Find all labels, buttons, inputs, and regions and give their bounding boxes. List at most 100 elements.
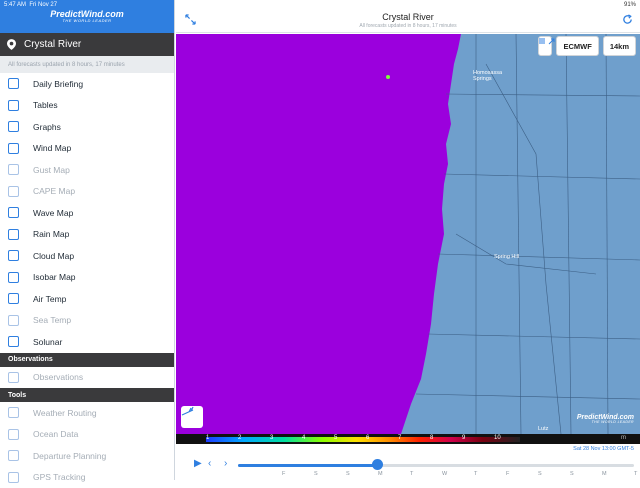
sidebar-item-observations[interactable]: Observations: [0, 367, 174, 389]
timeline: Sat 28 Nov 13:00 GMT-5 ▶ ‹ › FSSMTWTFSSM…: [176, 444, 640, 480]
timeline-slider[interactable]: [238, 464, 634, 467]
legend-label: 8: [430, 435, 433, 441]
legend-label: 3: [270, 435, 273, 441]
menu-item-label: Ocean Data: [33, 429, 78, 439]
location-selector[interactable]: Crystal River: [0, 33, 174, 56]
model-selector[interactable]: ECMWF: [556, 36, 598, 56]
resolution-selector[interactable]: 14km: [603, 36, 636, 56]
sidebar-item-weather-routing[interactable]: Weather Routing: [0, 402, 174, 424]
timeline-day-label: M: [602, 471, 607, 477]
location-name: Crystal River: [24, 39, 81, 50]
sidebar-item-cloud-map[interactable]: Cloud Map: [0, 245, 174, 267]
cloud-icon: [8, 250, 19, 261]
timeline-day-label: M: [378, 471, 383, 477]
timeline-day-label: W: [442, 471, 447, 477]
forecast-map[interactable]: ECMWF 14km Homosassa Springs Spring Hill…: [176, 34, 640, 434]
legend-label: 10: [494, 435, 501, 441]
departure-icon: [8, 450, 19, 461]
sidebar: PredictWind.comTHE WORLD LEADER Crystal …: [0, 0, 175, 480]
menu-item-label: CAPE Map: [33, 186, 75, 196]
play-icon[interactable]: ▶: [194, 458, 202, 469]
section-observations: Observations: [0, 353, 174, 367]
predictwind-logo: PredictWind.comTHE WORLD LEADER: [50, 10, 123, 23]
menu-item-label: Sea Temp: [33, 315, 71, 325]
flag-icon: [8, 372, 19, 383]
status-date: Fri Nov 27: [29, 2, 57, 8]
menu-item-label: Daily Briefing: [33, 79, 83, 89]
sidebar-item-daily-briefing[interactable]: Daily Briefing: [0, 73, 174, 95]
ocean-icon: [8, 429, 19, 440]
battery-level: 91%: [624, 2, 636, 8]
menu-item-label: Solunar: [33, 337, 62, 347]
menu-item-label: Air Temp: [33, 294, 66, 304]
sidebar-item-rain-map[interactable]: Rain Map: [0, 224, 174, 246]
legend-label: 2: [238, 435, 241, 441]
timeline-handle[interactable]: [372, 459, 383, 470]
cape-icon: [8, 186, 19, 197]
menu-item-label: Cloud Map: [33, 251, 74, 261]
map-controls: ECMWF 14km: [538, 36, 636, 56]
timeline-day-label: F: [282, 471, 285, 477]
gust-icon: [8, 164, 19, 175]
timeline-day-label: S: [570, 471, 574, 477]
sidebar-item-cape-map[interactable]: CAPE Map: [0, 181, 174, 203]
legend-color-scale: [206, 437, 520, 442]
menu-item-label: Graphs: [33, 122, 61, 132]
map-canvas: [176, 34, 640, 434]
status-time: 5:47 AM: [4, 2, 26, 8]
sidebar-item-air-temp[interactable]: Air Temp: [0, 288, 174, 310]
sidebar-item-isobar-map[interactable]: Isobar Map: [0, 267, 174, 289]
sidebar-item-sea-temp[interactable]: Sea Temp: [0, 310, 174, 332]
legend-label: 9: [462, 435, 465, 441]
menu-item-label: Weather Routing: [33, 408, 97, 418]
timeline-day-label: T: [410, 471, 413, 477]
menu-item-label: Wave Map: [33, 208, 73, 218]
menu-item-label: Isobar Map: [33, 272, 76, 282]
rain-icon: [8, 229, 19, 240]
sidebar-item-gust-map[interactable]: Gust Map: [0, 159, 174, 181]
section-tools: Tools: [0, 388, 174, 402]
step-forward-icon[interactable]: ›: [224, 458, 227, 469]
layers-arrow-icon: [538, 36, 556, 46]
place-label: Lutz: [538, 426, 548, 432]
step-back-icon[interactable]: ‹: [208, 458, 211, 469]
sidebar-item-solunar[interactable]: Solunar: [0, 331, 174, 353]
moon-icon: [8, 336, 19, 347]
wind-icon: [8, 143, 19, 154]
location-pin-icon: [7, 39, 16, 50]
timeline-day-label: T: [474, 471, 477, 477]
legend-label: 4: [302, 435, 305, 441]
sidebar-item-ocean-data[interactable]: Ocean Data: [0, 424, 174, 446]
wave-icon: [8, 207, 19, 218]
timeline-day-label: T: [634, 471, 637, 477]
map-style-button[interactable]: [181, 406, 203, 428]
timeline-day-label: S: [346, 471, 350, 477]
sidebar-item-tables[interactable]: Tables: [0, 95, 174, 117]
wave-height-legend: 12345678910 m: [176, 434, 640, 444]
legend-label: 6: [366, 435, 369, 441]
briefing-icon: [8, 78, 19, 89]
legend-label: 7: [398, 435, 401, 441]
sidebar-item-wave-map[interactable]: Wave Map: [0, 202, 174, 224]
sidebar-item-departure-planning[interactable]: Departure Planning: [0, 445, 174, 467]
location-marker[interactable]: [386, 75, 390, 79]
forecast-timestamp: Sat 28 Nov 13:00 GMT-5: [573, 446, 634, 452]
map-layers-button[interactable]: [538, 36, 552, 56]
refresh-icon[interactable]: [622, 14, 633, 25]
sidebar-item-graphs[interactable]: Graphs: [0, 116, 174, 138]
menu-item-label: Observations: [33, 372, 83, 382]
graph-icon: [8, 121, 19, 132]
watermark-logo: PredictWind.comTHE WORLD LEADER: [577, 414, 634, 425]
sidebar-item-wind-map[interactable]: Wind Map: [0, 138, 174, 160]
wind-barb-icon: [181, 406, 195, 418]
legend-unit: m: [621, 435, 626, 441]
place-label: Homosassa Springs: [473, 70, 513, 82]
menu-item-label: GPS Tracking: [33, 472, 85, 482]
menu-item-label: Tables: [33, 100, 58, 110]
routing-icon: [8, 407, 19, 418]
sidebar-item-gps-tracking[interactable]: GPS Tracking: [0, 467, 174, 488]
page-subtitle: All forecasts updated in 8 hours, 17 min…: [176, 23, 640, 29]
thermometer-icon: [8, 293, 19, 304]
timeline-day-label: F: [506, 471, 509, 477]
forecast-update-note: All forecasts updated in 8 hours, 17 min…: [0, 56, 174, 73]
